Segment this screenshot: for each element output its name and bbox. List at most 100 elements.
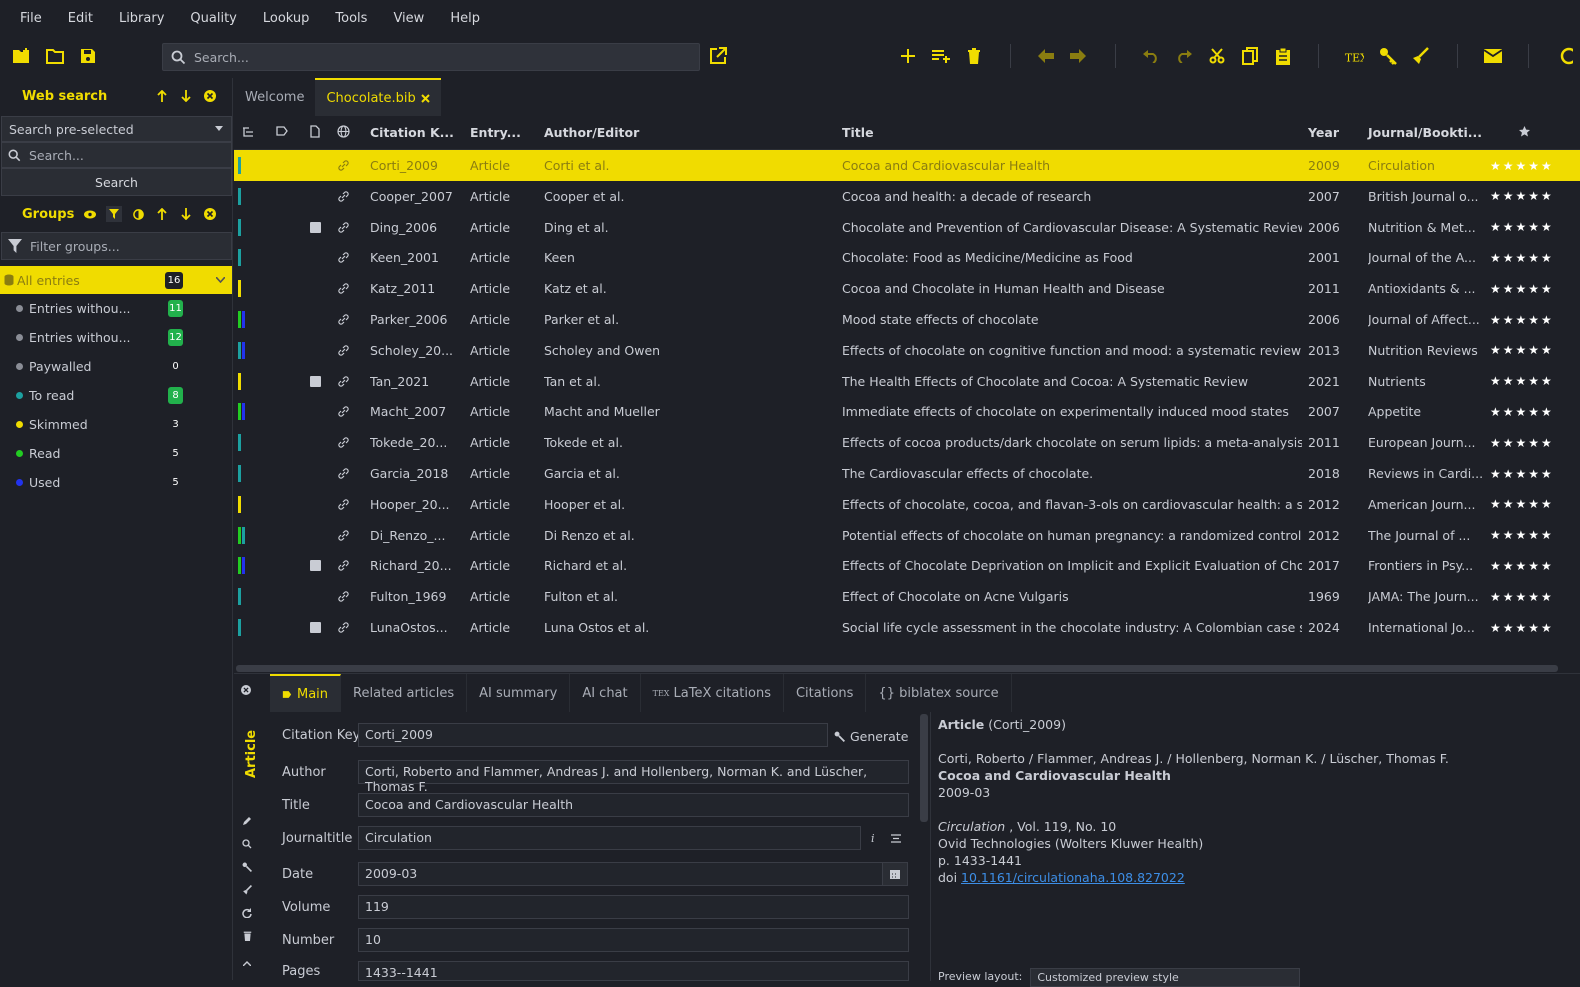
group-item[interactable]: Read 5: [0, 439, 232, 468]
rating-stars[interactable]: ★★★★★: [1490, 436, 1554, 450]
table-row[interactable]: Di_Renzo_... Article Di Renzo et al. Potent…: [234, 520, 1580, 551]
close-circle-icon[interactable]: [202, 206, 218, 222]
eye-icon[interactable]: [82, 206, 98, 222]
table-row[interactable]: Parker_2006 Article Parker et al. Mood stat…: [234, 304, 1580, 335]
align-icon[interactable]: [891, 834, 901, 843]
volume-field[interactable]: 119: [358, 895, 909, 919]
arrow-down-icon[interactable]: [178, 88, 194, 104]
cut-icon[interactable]: [1207, 46, 1227, 66]
group-item[interactable]: Used 5: [0, 468, 232, 497]
search-input[interactable]: [194, 49, 670, 65]
search-source-select[interactable]: Search pre-selected: [1, 116, 232, 142]
table-row[interactable]: Scholey_20... Article Scholey and Owen Effe…: [234, 335, 1580, 366]
link-icon[interactable]: [337, 621, 350, 634]
info-icon[interactable]: i: [871, 832, 875, 845]
edit-icon[interactable]: [240, 814, 254, 828]
global-search[interactable]: [162, 43, 700, 71]
file-icon[interactable]: [310, 622, 321, 633]
chevron-up-icon[interactable]: [240, 956, 254, 970]
group-item[interactable]: To read 8: [0, 381, 232, 410]
file-icon[interactable]: [310, 375, 321, 387]
table-row[interactable]: Cooper_2007 Article Cooper et al. Cocoa and…: [234, 181, 1580, 212]
rating-stars[interactable]: ★★★★★: [1490, 343, 1554, 357]
undo-icon[interactable]: [1141, 46, 1161, 66]
add-from-id-icon[interactable]: [931, 46, 951, 66]
link-icon[interactable]: [337, 529, 350, 542]
tab-biblatex-source[interactable]: {} biblatex source: [866, 674, 1012, 712]
title-field[interactable]: Cocoa and Cardiovascular Health: [358, 793, 909, 817]
menu-quality[interactable]: Quality: [190, 11, 236, 26]
tree-icon[interactable]: [242, 126, 254, 138]
star-icon[interactable]: [1519, 126, 1530, 137]
table-row[interactable]: Fulton_1969 Article Fulton et al. Effect of…: [234, 581, 1580, 612]
back-icon[interactable]: [1036, 46, 1056, 66]
arrow-up-icon[interactable]: [154, 88, 170, 104]
preview-doi-link[interactable]: 10.1161/circulationaha.108.827022: [961, 870, 1185, 885]
link-icon[interactable]: [337, 375, 350, 388]
pages-field[interactable]: 1433--1441: [358, 961, 909, 981]
link-icon[interactable]: [337, 190, 350, 203]
link-icon[interactable]: [337, 344, 350, 357]
delete-icon[interactable]: [964, 46, 984, 66]
tab-main[interactable]: Main: [270, 674, 342, 712]
col-journal[interactable]: Journal/Bookti...: [1368, 125, 1482, 140]
search-icon[interactable]: [240, 837, 254, 851]
table-row[interactable]: Ding_2006 Article Ding et al. Chocolate and…: [234, 212, 1580, 243]
link-icon[interactable]: [337, 221, 350, 234]
close-tab-icon[interactable]: [421, 93, 430, 103]
tab-chocolate-bib[interactable]: Chocolate.bib: [315, 78, 441, 116]
open-folder-icon[interactable]: [45, 46, 65, 66]
col-entry-type[interactable]: Entry...: [470, 125, 521, 140]
email-icon[interactable]: [1483, 46, 1503, 66]
journal-field[interactable]: Circulation: [358, 826, 861, 850]
rating-stars[interactable]: ★★★★★: [1490, 220, 1554, 234]
rating-stars[interactable]: ★★★★★: [1490, 467, 1554, 481]
rating-stars[interactable]: ★★★★★: [1490, 189, 1554, 203]
file-icon[interactable]: [310, 560, 321, 572]
group-item[interactable]: Skimmed 3: [0, 410, 232, 439]
key-icon[interactable]: [1378, 46, 1398, 66]
tab-latex-citations[interactable]: TEX LaTeX citations: [641, 674, 784, 712]
col-year[interactable]: Year: [1308, 125, 1339, 140]
table-row[interactable]: LunaOstos... Article Luna Ostos et al. Soci…: [234, 612, 1580, 643]
rating-stars[interactable]: ★★★★★: [1490, 405, 1554, 419]
rating-stars[interactable]: ★★★★★: [1490, 528, 1554, 542]
cleanup-icon[interactable]: [240, 883, 254, 897]
link-icon[interactable]: [337, 559, 350, 572]
group-item[interactable]: Entries withou... 12: [0, 323, 232, 352]
table-row[interactable]: Hooper_20... Article Hooper et al. Effects …: [234, 489, 1580, 520]
add-entry-icon[interactable]: [898, 46, 918, 66]
file-icon[interactable]: [310, 221, 321, 233]
menu-view[interactable]: View: [393, 11, 424, 26]
rating-stars[interactable]: ★★★★★: [1490, 374, 1554, 388]
editor-scrollbar[interactable]: [920, 714, 928, 822]
save-icon[interactable]: [78, 46, 98, 66]
key-icon[interactable]: [240, 860, 254, 874]
group-item[interactable]: Paywalled 0: [0, 352, 232, 381]
latex-icon[interactable]: TEX: [1344, 46, 1364, 66]
tab-related-articles[interactable]: Related articles: [341, 674, 468, 712]
calendar-icon[interactable]: [882, 862, 908, 886]
filter-icon[interactable]: [106, 206, 122, 222]
table-row[interactable]: Garcia_2018 Article Garcia et al. The Cardi…: [234, 458, 1580, 489]
arrow-up-icon[interactable]: [154, 206, 170, 222]
invert-icon[interactable]: [130, 206, 146, 222]
rating-stars[interactable]: ★★★★★: [1490, 621, 1554, 635]
menu-help[interactable]: Help: [450, 11, 480, 26]
link-icon[interactable]: [337, 313, 350, 326]
copy-icon[interactable]: [1240, 46, 1260, 66]
paste-icon[interactable]: [1273, 46, 1293, 66]
group-item[interactable]: Entries withou... 11: [0, 294, 232, 323]
table-row[interactable]: Keen_2001 Article Keen Chocolate: Food as M…: [234, 242, 1580, 273]
link-icon[interactable]: [337, 159, 350, 172]
table-row[interactable]: Tan_2021 Article Tan et al. The Health Effe…: [234, 366, 1580, 397]
rating-stars[interactable]: ★★★★★: [1490, 159, 1554, 173]
tab-ai-summary[interactable]: AI summary: [467, 674, 571, 712]
rating-stars[interactable]: ★★★★★: [1490, 313, 1554, 327]
preview-layout-select[interactable]: Customized preview style: [1030, 968, 1301, 987]
rating-stars[interactable]: ★★★★★: [1490, 282, 1554, 296]
menu-file[interactable]: File: [20, 11, 42, 26]
tab-citations[interactable]: Citations: [784, 674, 867, 712]
rating-stars[interactable]: ★★★★★: [1490, 590, 1554, 604]
external-search-icon[interactable]: [708, 46, 728, 66]
